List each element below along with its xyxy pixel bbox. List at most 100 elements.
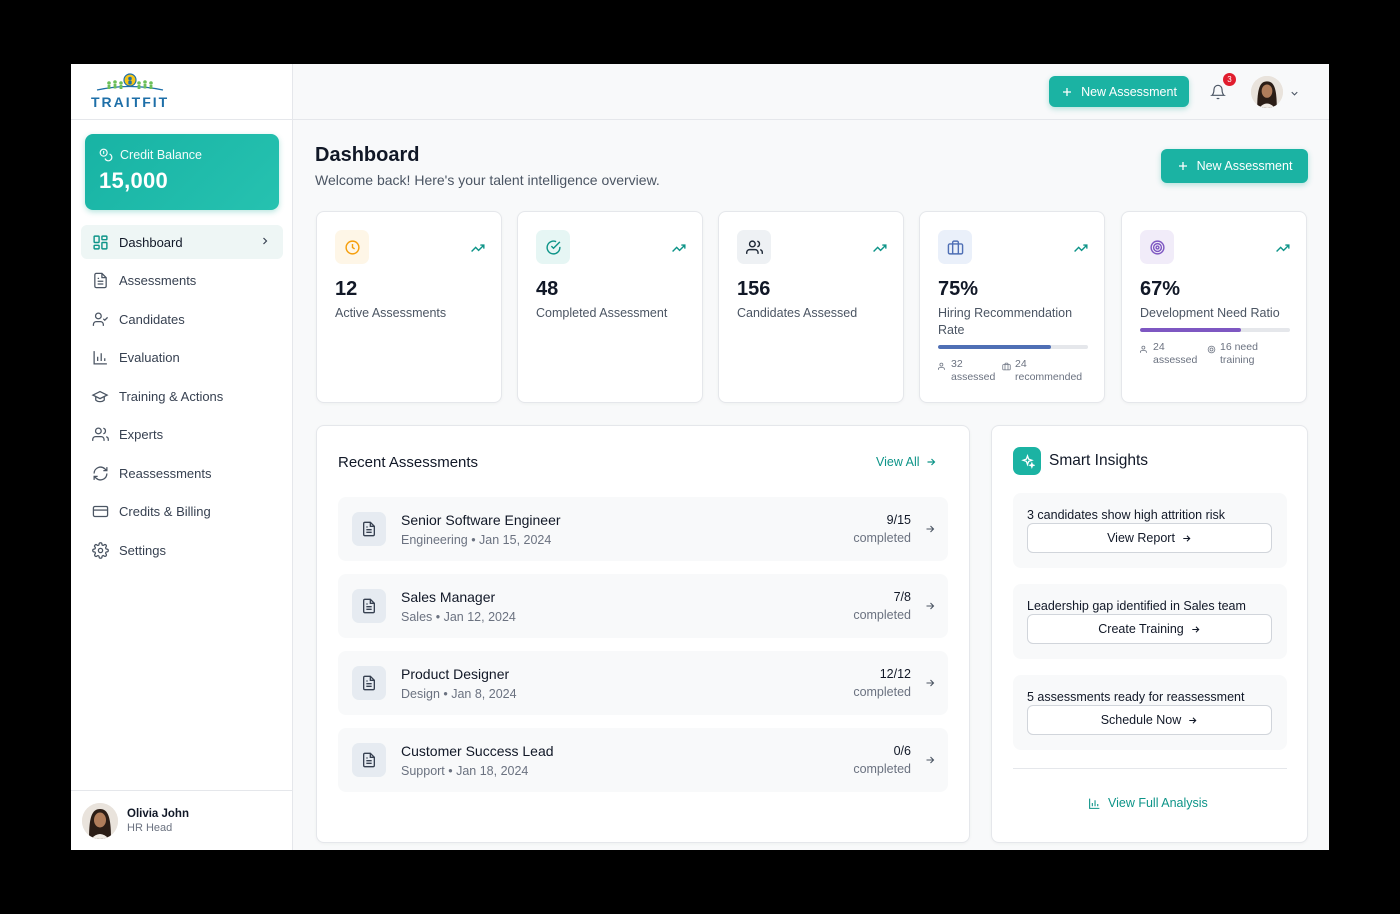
insight-button-label: View Report — [1107, 531, 1175, 545]
assessment-meta: Sales • Jan 12, 2024 — [401, 610, 516, 624]
insight-text: Leadership gap identified in Sales team — [1027, 599, 1246, 613]
stat-value: 156 — [737, 278, 771, 300]
assessment-status: completed — [853, 762, 911, 776]
assessment-count: 9/15 — [886, 513, 911, 527]
stat-card-active-assessments[interactable]: 12 Active Assessments — [316, 211, 502, 403]
recent-assessments-title: Recent Assessments — [338, 454, 479, 471]
sidebar-item-settings[interactable]: Settings — [81, 533, 283, 567]
sidebar-item-training-actions[interactable]: Training & Actions — [81, 379, 283, 413]
users-icon — [1140, 345, 1147, 353]
assessment-row[interactable]: Sales Manager Sales • Jan 12, 2024 7/8 c… — [338, 574, 948, 638]
stat-label: Active Assessments — [335, 306, 447, 320]
progress-fill — [1140, 328, 1241, 332]
credit-balance-value: 15,000 — [99, 168, 169, 193]
target-icon — [1149, 239, 1165, 255]
sidebar-item-experts[interactable]: Experts — [81, 418, 283, 452]
view-full-analysis-link[interactable]: View Full Analysis — [1088, 796, 1208, 810]
insight-text: 5 assessments ready for reassessment — [1027, 690, 1245, 704]
sidebar-item-candidates[interactable]: Candidates — [81, 302, 283, 336]
divider — [1013, 768, 1287, 769]
create-training-button[interactable]: Create Training — [1027, 614, 1272, 644]
arrow-right-icon — [1183, 534, 1191, 542]
sidebar-item-label: Experts — [119, 427, 164, 442]
users-icon — [745, 239, 763, 254]
credit-balance-card[interactable]: Credit Balance 15,000 — [85, 134, 279, 210]
sidebar-item-assessments[interactable]: Assessments — [81, 264, 283, 298]
sidebar-item-label: Evaluation — [119, 350, 180, 365]
stat-card-candidates-assessed[interactable]: 156 Candidates Assessed — [718, 211, 904, 403]
stat-card-completed-assessment[interactable]: 48 Completed Assessment — [517, 211, 703, 403]
app-window: TRAITFIT Credit Balance 15,000 Dashboard… — [71, 64, 1329, 850]
mini-stat-assessed: 24 assessed — [1140, 341, 1197, 367]
notification-badge: 3 — [1223, 73, 1236, 86]
user-profile[interactable]: Olivia John HR Head — [71, 790, 293, 850]
assessment-row[interactable]: Senior Software Engineer Engineering • J… — [338, 497, 948, 561]
assessment-status: completed — [853, 531, 911, 545]
bar-chart-icon — [1089, 798, 1100, 809]
assessment-row[interactable]: Product Designer Design • Jan 8, 2024 12… — [338, 651, 948, 715]
sidebar-item-evaluation[interactable]: Evaluation — [81, 341, 283, 375]
grid-icon — [91, 233, 109, 251]
logo-people-icon — [96, 73, 164, 91]
sidebar-item-label: Assessments — [119, 273, 197, 288]
assessment-name: Customer Success Lead — [401, 743, 554, 759]
sidebar-item-dashboard[interactable]: Dashboard — [81, 225, 283, 259]
mini-stat-text: recommended — [1015, 371, 1083, 383]
assessment-count: 12/12 — [879, 667, 911, 681]
sidebar-item-label: Dashboard — [119, 234, 183, 250]
sidebar-item-reassessments[interactable]: Reassessments — [81, 456, 283, 490]
mini-stat-number: 32 — [951, 358, 963, 370]
user-name: Olivia John — [127, 807, 189, 820]
insight-button-label: Create Training — [1098, 622, 1184, 636]
stat-value: 67% — [1140, 278, 1181, 300]
avatar — [82, 802, 118, 839]
briefcase-icon — [947, 239, 963, 255]
stat-icon-box — [938, 230, 972, 264]
new-assessment-label: New Assessment — [1196, 159, 1293, 173]
stat-icon-box — [536, 230, 570, 264]
topbar-avatar[interactable] — [1251, 76, 1283, 108]
sidebar-nav: Dashboard Assessments Candidates Evaluat… — [81, 225, 283, 572]
new-assessment-button[interactable]: New Assessment — [1161, 149, 1308, 183]
sidebar-item-label: Candidates — [119, 311, 185, 327]
trend-up-icon — [672, 240, 686, 258]
mini-stat-number: 24 — [1153, 341, 1165, 353]
arrow-right-icon — [924, 753, 936, 771]
stat-card-hiring-recommendation-rate[interactable]: 75% Hiring Recommendation Rate 32 assesse… — [919, 211, 1105, 403]
sidebar-item-credits-billing[interactable]: Credits & Billing — [81, 495, 283, 529]
schedule-now-button[interactable]: Schedule Now — [1027, 705, 1272, 735]
assessment-name: Sales Manager — [401, 589, 496, 605]
mini-stat-need-training: 16 need training — [1207, 341, 1258, 367]
briefcase-icon — [1002, 362, 1011, 371]
mini-stat-number: 16 need — [1220, 341, 1258, 353]
assessment-count: 0/6 — [893, 744, 911, 758]
page-title: Dashboard — [315, 144, 420, 166]
view-all-link[interactable]: View All — [876, 455, 937, 469]
stat-card-development-need-ratio[interactable]: 67% Development Need Ratio 24 assessed 16… — [1121, 211, 1307, 403]
mini-stat-text: assessed — [1153, 354, 1198, 366]
assessment-name: Senior Software Engineer — [401, 512, 561, 528]
mini-stat-recommended: 24 recommended — [1002, 358, 1082, 384]
users-icon — [91, 426, 109, 444]
insight-card: 3 candidates show high attrition risk Vi… — [1013, 493, 1287, 568]
insight-card: Leadership gap identified in Sales team … — [1013, 584, 1287, 659]
gear-icon — [91, 541, 109, 559]
credit-balance-label-row: Credit Balance — [99, 148, 265, 162]
coins-icon — [99, 148, 113, 162]
chevron-down-icon[interactable] — [1289, 86, 1300, 104]
document-icon — [352, 589, 386, 623]
stat-icon-box — [737, 230, 771, 264]
assessment-name: Product Designer — [401, 666, 510, 682]
assessment-row[interactable]: Customer Success Lead Support • Jan 18, … — [338, 728, 948, 792]
plus-icon — [1178, 162, 1187, 170]
topbar-new-assessment-button[interactable]: New Assessment — [1049, 76, 1189, 107]
view-report-button[interactable]: View Report — [1027, 523, 1272, 553]
bell-icon[interactable] — [1210, 84, 1226, 105]
smart-insights-title: Smart Insights — [1049, 452, 1149, 469]
traitfit-logo[interactable]: TRAITFIT — [91, 73, 169, 110]
stat-label: Hiring Recommendation Rate — [938, 306, 1073, 337]
mini-stat-text: training — [1220, 354, 1255, 366]
plus-icon — [1063, 87, 1072, 96]
arrow-right-icon — [924, 522, 936, 540]
refresh-icon — [91, 464, 109, 482]
